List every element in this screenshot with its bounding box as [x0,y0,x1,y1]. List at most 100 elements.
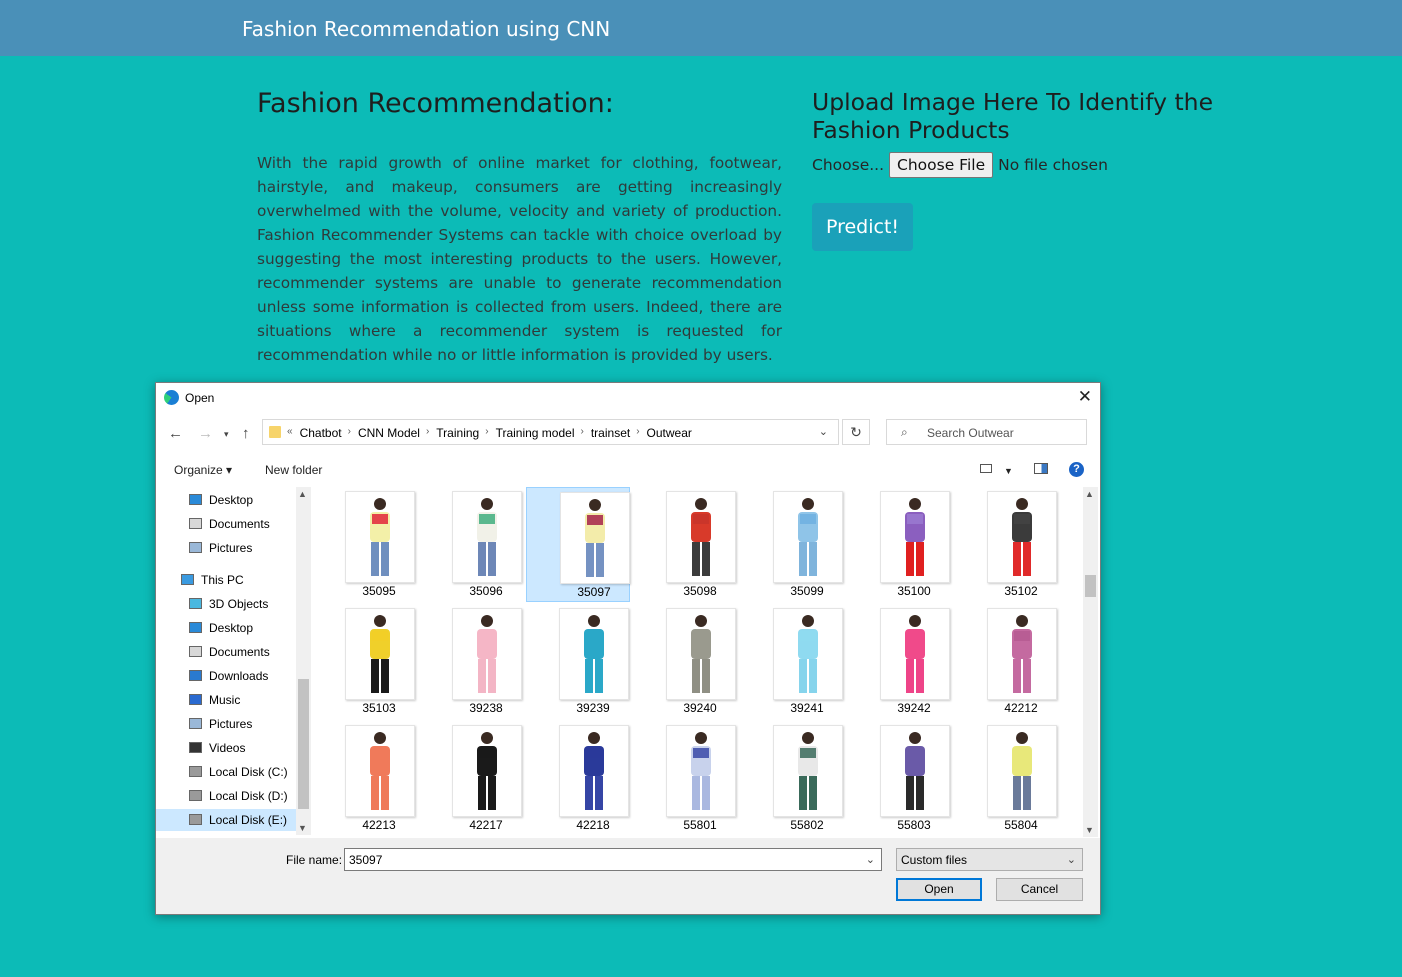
sidebar-item[interactable]: Local Disk (C:) [156,761,296,783]
file-tile[interactable]: 35100 [847,487,951,602]
sidebar-item[interactable]: 3D Objects [156,593,296,615]
breadcrumb-item[interactable]: Chatbot [300,426,342,440]
help-icon[interactable]: ? [1069,462,1084,477]
file-tile[interactable]: 35098 [633,487,737,602]
chevron-right-icon[interactable]: › [581,426,584,440]
sidebar-item[interactable]: Downloads [156,665,296,687]
scroll-up-icon[interactable]: ▲ [1085,489,1094,499]
file-name: 35097 [577,585,611,599]
videos-icon [189,742,202,753]
sidebar-item[interactable]: Videos [156,737,296,759]
chevron-right-icon[interactable]: › [485,426,488,440]
sidebar-item[interactable]: Music [156,689,296,711]
sidebar-item-label: This PC [201,573,244,587]
file-tile[interactable]: 42217 [419,721,523,836]
chevron-right-icon[interactable]: › [348,426,351,440]
file-tile[interactable]: 42218 [526,721,630,836]
file-tile[interactable]: 55803 [847,721,951,836]
file-tile[interactable]: 35102 [954,487,1058,602]
sidebar-item[interactable]: Desktop [156,617,296,639]
file-grid-scroll-thumb[interactable] [1085,575,1096,597]
open-button[interactable]: Open [896,878,982,901]
breadcrumb-item[interactable]: Outwear [647,426,692,440]
no-file-text: No file chosen [998,156,1108,174]
sidebar-item[interactable]: Pictures [156,713,296,735]
sidebar-item-label: Pictures [209,717,253,731]
file-tile[interactable]: 35096 [419,487,523,602]
dialog-titlebar[interactable]: Open ✕ [156,383,1100,413]
sidebar-item[interactable]: Local Disk (E:) [156,809,296,831]
file-tile[interactable]: 55802 [740,721,844,836]
sidebar-item-label: Videos [209,741,246,755]
breadcrumb-item[interactable]: CNN Model [358,426,420,440]
close-icon[interactable]: ✕ [1078,387,1092,407]
navigation-scrollbar[interactable]: ▲ ▼ [296,487,311,835]
breadcrumb-overflow[interactable]: « [287,426,293,440]
preview-pane-icon[interactable] [1034,463,1048,474]
file-name: 55803 [897,818,931,832]
navigation-scroll-thumb[interactable] [298,679,309,809]
file-tile[interactable]: 39238 [419,604,523,719]
scroll-down-icon[interactable]: ▼ [298,823,307,833]
file-name-value[interactable]: 35097 [349,853,382,867]
refresh-icon[interactable]: ↻ [842,419,870,445]
chevron-right-icon[interactable]: › [636,426,639,440]
file-tile[interactable]: 35103 [312,604,416,719]
dialog-toolbar: Organize ▾ New folder ▼ ? [156,455,1100,485]
file-tile[interactable]: 55804 [954,721,1058,836]
sidebar-item-label: Pictures [209,541,253,555]
file-tile[interactable]: 42213 [312,721,416,836]
file-tile[interactable]: 35095 [312,487,416,602]
sidebar-item[interactable]: Documents [156,641,296,663]
breadcrumb-item[interactable]: Training [436,426,479,440]
drive-icon [189,766,202,777]
sidebar-item[interactable]: Pictures [156,537,296,559]
forward-arrow-icon[interactable]: → [198,425,213,442]
sidebar-item[interactable]: Documents [156,513,296,535]
file-type-value: Custom files [901,853,968,867]
sidebar-item[interactable]: Local Disk (D:) [156,785,296,807]
sidebar-item[interactable]: Desktop [156,489,296,511]
chevron-right-icon[interactable]: › [426,426,429,440]
file-tile[interactable]: 39242 [847,604,951,719]
file-tile[interactable]: 39241 [740,604,844,719]
file-tile[interactable]: 35097 [526,487,630,602]
up-arrow-icon[interactable]: ↑ [242,425,250,442]
navbar-brand[interactable]: Fashion Recommendation using CNN [242,17,610,41]
file-tile[interactable]: 35099 [740,487,844,602]
file-grid-scrollbar[interactable]: ▲ ▼ [1083,487,1098,837]
address-bar[interactable]: « Chatbot › CNN Model › Training › Training… [262,419,839,445]
breadcrumb-item[interactable]: Training model [496,426,575,440]
person-figure-icon [905,498,925,576]
cancel-button[interactable]: Cancel [996,878,1083,901]
file-tile[interactable]: 42212 [954,604,1058,719]
file-name-input[interactable]: 35097 ⌄ [344,848,882,871]
new-folder-button[interactable]: New folder [265,463,322,477]
chevron-down-icon[interactable]: ⌄ [866,853,875,866]
recent-locations-chevron-icon[interactable]: ▾ [224,429,229,440]
view-options-chevron-icon[interactable]: ▼ [1004,466,1013,476]
search-icon: ⌕ [901,425,908,439]
scroll-down-icon[interactable]: ▼ [1085,825,1094,835]
file-type-select[interactable]: Custom files ⌄ [896,848,1083,871]
downloads-icon [189,670,202,681]
choose-file-button[interactable]: Choose File [889,152,994,178]
change-view-icon[interactable] [980,464,992,473]
file-tile[interactable]: 39239 [526,604,630,719]
predict-button[interactable]: Predict! [812,203,913,251]
file-tile[interactable]: 55801 [633,721,737,836]
file-tile[interactable]: 39240 [633,604,737,719]
person-figure-icon [477,615,497,693]
sidebar-item[interactable]: This PC [156,569,296,591]
scroll-up-icon[interactable]: ▲ [298,489,307,499]
breadcrumb-item[interactable]: trainset [591,426,630,440]
address-dropdown-icon[interactable]: ⌄ [819,425,828,438]
dialog-title: Open [185,391,215,405]
person-figure-icon [584,615,604,693]
search-input[interactable]: ⌕ Search Outwear [886,419,1087,445]
file-thumbnail [559,608,629,700]
chevron-down-icon[interactable]: ⌄ [1067,853,1076,866]
organize-menu[interactable]: Organize ▾ [174,463,232,477]
file-name: 42217 [469,818,503,832]
back-arrow-icon[interactable]: ← [168,425,183,442]
